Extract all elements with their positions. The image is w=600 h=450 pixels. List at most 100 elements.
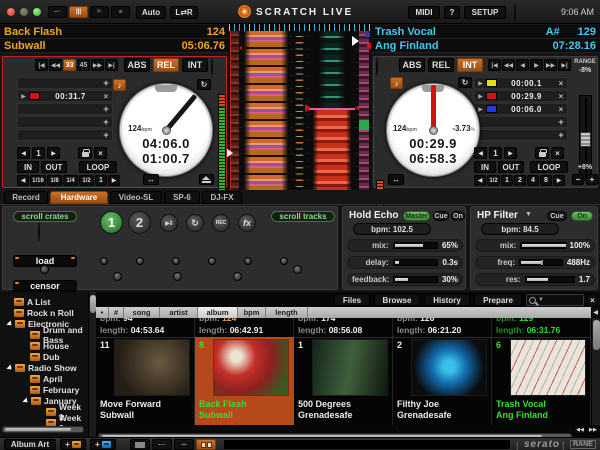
column-artist[interactable]: artist [160,307,198,318]
track-tile[interactable]: bpm: 94 length: 04:53.64 11 Move Forward… [96,318,195,425]
add-smart-crate-button[interactable]: + [90,439,116,450]
album-art-button[interactable]: Album Art [4,439,56,450]
prepare-button[interactable]: Prepare [474,294,522,306]
play-pause-button[interactable]: ▶‖ [160,214,178,232]
deck1-platter[interactable]: 124bpm 04:06.0 01:00.7 [119,83,213,177]
deck2-track-overview[interactable] [359,31,369,190]
view-mode-classic-button[interactable]: ||| [69,6,88,18]
album-art[interactable] [213,339,289,396]
track-tile-loaded[interactable]: bpm: 129 length: 06:31.76 6 Trash Vocal … [492,318,591,425]
deck1-eject-button[interactable] [199,174,214,185]
deck1-abs-button[interactable]: ABS [124,58,150,72]
deck1-beatjump-button[interactable]: ↔ [143,174,159,185]
deck1-loop-next-button[interactable]: ▶ [47,147,60,159]
deck1-loop-in-button[interactable]: IN [17,161,39,173]
deck2-bend-down-button[interactable]: ◀ [516,59,529,71]
add-crate-button[interactable]: + [60,439,86,450]
add-cue-icon[interactable]: + [556,130,566,140]
column-song[interactable]: song [124,307,160,318]
deck2-autoloop-4-button[interactable]: 4 [527,175,539,186]
cue-slot[interactable]: ▶ 00:29.9 × [474,90,568,102]
in-knob[interactable] [113,272,122,281]
deck2-loop-out-button[interactable]: OUT [498,161,524,173]
deck2-loop-next-button[interactable]: ▶ [504,147,517,159]
deck2-autoloop-smaller-button[interactable]: ◀ [474,175,486,186]
deck1-track-overview[interactable] [230,31,239,190]
scrollbar-thumb[interactable] [593,320,600,350]
track-tile[interactable]: bpm: 126 length: 06:21.20 2 Filthy Joe G… [393,318,492,425]
deck1-autoloop-1-button[interactable]: 1 [95,175,107,186]
library-scroll-right-button[interactable]: ▶▶ [587,426,599,434]
fx2-res-slider[interactable] [525,276,575,283]
fx1-feedback-row[interactable]: feedback: 30% [347,273,463,286]
fx2-mix-slider[interactable] [520,242,565,249]
cue-slot[interactable]: + [17,116,113,128]
search-box[interactable]: ▼ [526,294,584,306]
browse-button[interactable]: Browse [374,294,420,306]
deck2-beatjump-button[interactable]: ↔ [388,174,404,185]
crate-sidebar-vscrollbar[interactable] [88,292,96,437]
deck2-abs-button[interactable]: ABS [399,58,425,72]
deck2-int-button[interactable]: INT [457,58,483,72]
crate-dub[interactable]: Dub [30,351,88,362]
setup-button[interactable]: SETUP [464,6,506,19]
cue2-knob[interactable] [136,257,144,265]
deck2-autoloop-1-button[interactable]: 1 [501,175,513,186]
fx2-res-row[interactable]: res: 1.7 [475,273,595,286]
deck1-autoloop-smaller-button[interactable]: ◀ [17,175,29,186]
crate-drum-and-bass[interactable]: Drum and Bass [30,329,88,340]
fx2-on-button[interactable]: On [571,211,593,221]
fx1-delay-slider[interactable] [393,259,439,266]
scrollbar-thumb[interactable] [5,428,71,431]
fx1-master-badge[interactable]: Master [403,211,430,221]
add-cue-icon[interactable]: + [556,117,566,127]
deck1-tmp-knob[interactable] [40,265,49,274]
deck1-autoloop-1-16-button[interactable]: 1/16 [30,175,46,186]
cue4-knob[interactable] [208,257,216,265]
scroll-crates-knob[interactable] [38,222,40,241]
fx2-freq-row[interactable]: freq: 488Hz [475,256,595,269]
expand-icon[interactable] [22,397,29,404]
deck1-rel-button[interactable]: REL [153,58,179,72]
deck2-keylock-icon[interactable]: ♪ [390,77,403,89]
cue-slot[interactable]: ▶ 00:31.7 × [17,90,113,102]
history-button[interactable]: History [424,294,470,306]
view-mode-list-button[interactable]: ≡ [111,6,130,18]
album-art[interactable] [312,339,388,396]
deck1-loop-clear-button[interactable]: × [94,147,107,159]
deck1-speed-45-button[interactable]: 45 [77,59,90,71]
fx2-mix-row[interactable]: mix: 100% [475,239,595,252]
deck2-repeat-icon[interactable]: ↻ [458,77,472,88]
rec-button[interactable]: REC [212,214,230,232]
deck1-loop-prev-button[interactable]: ◀ [17,147,30,159]
fx2-cue-button[interactable]: Cue [547,211,567,221]
tab-dj-fx[interactable]: DJ-FX [202,191,242,204]
play-cue-icon[interactable]: ▶ [476,80,485,87]
deck2-gain-knob[interactable] [376,57,378,76]
column-collapse-button[interactable]: ◀ [591,307,600,318]
view-album-art-button[interactable] [196,439,216,450]
add-cue-icon[interactable]: + [101,117,111,127]
deck2-pitch-plus-button[interactable]: + [586,174,598,185]
cue1-knob[interactable] [100,257,108,265]
pitch-slider-thumb[interactable] [580,132,591,147]
deck1-autoloop-1-4-button[interactable]: 1/4 [63,175,78,186]
fx-button[interactable]: fx [238,214,256,232]
crate-rock-n-roll[interactable]: Rock n Roll [14,307,88,318]
delete-cue-icon[interactable]: × [556,79,566,88]
deck1-autoloop-larger-button[interactable]: ▶ [108,175,120,186]
out-knob[interactable] [173,272,182,281]
search-dropdown-icon[interactable]: ▼ [538,297,544,303]
deck1-gain-knob[interactable] [211,57,213,76]
crate-radio-show[interactable]: Radio Show [8,362,88,373]
tab-hardware[interactable]: Hardware [50,191,108,204]
add-cue-icon[interactable]: + [101,130,111,140]
fx1-mix-slider[interactable] [393,242,438,249]
album-art[interactable] [411,339,487,396]
cue-slot[interactable]: + [17,77,113,89]
loop-knob[interactable] [233,272,242,281]
deck2-loop-prev-button[interactable]: ◀ [474,147,487,159]
track-tile[interactable]: bpm: 174 length: 08:56.08 1 500 Degrees … [294,318,393,425]
deck2-autoloop-2-button[interactable]: 2 [514,175,526,186]
fx1-cue-button[interactable]: Cue [433,211,449,221]
